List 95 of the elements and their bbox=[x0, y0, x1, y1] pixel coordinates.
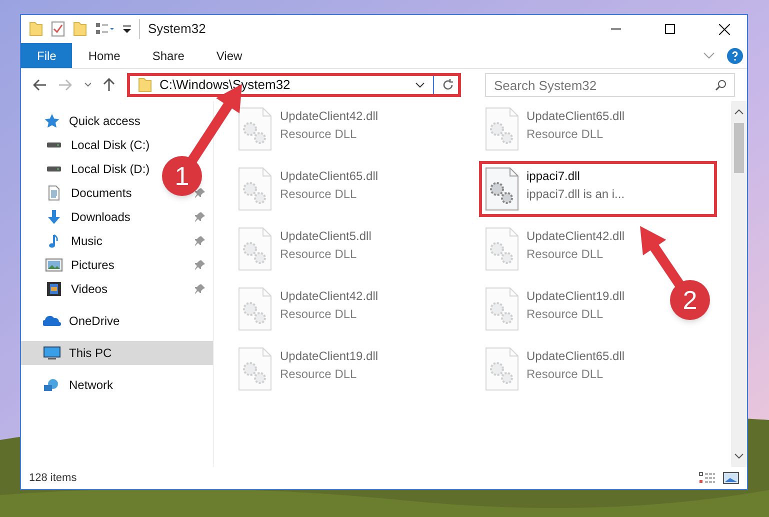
file-name: UpdateClient65.dll bbox=[526, 108, 625, 125]
dll-file-icon bbox=[484, 287, 518, 331]
file-description: Resource DLL bbox=[526, 126, 604, 143]
maximize-icon bbox=[665, 24, 675, 34]
dll-file-icon bbox=[238, 167, 272, 211]
file-name: UpdateClient19.dll bbox=[280, 348, 378, 365]
sidebar-item[interactable]: Local Disk (C:) bbox=[45, 133, 150, 157]
file-item[interactable]: UpdateClient42.dll Resource DLL bbox=[484, 227, 625, 271]
drive-icon bbox=[47, 142, 61, 148]
monitor-icon bbox=[43, 345, 61, 361]
ribbon-tab[interactable]: Home bbox=[72, 43, 136, 68]
download-arrow-icon bbox=[45, 209, 63, 225]
dll-file-icon bbox=[484, 227, 518, 271]
sidebar-item[interactable]: OneDrive bbox=[21, 309, 213, 333]
scroll-up-icon[interactable] bbox=[734, 109, 744, 115]
file-description: Resource DLL bbox=[526, 246, 604, 263]
file-item[interactable]: UpdateClient42.dll Resource DLL bbox=[238, 107, 378, 151]
file-item[interactable]: UpdateClient5.dll Resource DLL bbox=[238, 227, 372, 271]
file-name: UpdateClient42.dll bbox=[280, 108, 378, 125]
dll-file-icon bbox=[484, 107, 518, 151]
file-name: UpdateClient5.dll bbox=[280, 228, 372, 245]
dll-file-icon bbox=[238, 107, 272, 151]
pin-icon[interactable] bbox=[195, 212, 205, 222]
item-count: 128 items bbox=[29, 470, 78, 486]
large-icons-view-icon[interactable] bbox=[723, 472, 739, 484]
file-name: UpdateClient42.dll bbox=[526, 228, 625, 245]
scroll-thumb[interactable] bbox=[734, 123, 744, 173]
file-item[interactable]: UpdateClient42.dll Resource DLL bbox=[238, 287, 378, 331]
file-name: UpdateClient65.dll bbox=[526, 348, 625, 365]
search-icon[interactable] bbox=[715, 79, 727, 91]
folder-icon bbox=[29, 22, 43, 36]
file-item[interactable]: ippaci7.dll ippaci7.dll is an i... bbox=[484, 167, 710, 211]
file-item[interactable]: UpdateClient65.dll Resource DLL bbox=[484, 347, 625, 391]
file-name: UpdateClient19.dll bbox=[526, 288, 625, 305]
sidebar-item[interactable]: Videos bbox=[45, 277, 108, 301]
sidebar-item[interactable]: Network bbox=[21, 373, 213, 397]
dll-file-icon bbox=[484, 347, 518, 391]
pin-icon[interactable] bbox=[195, 188, 205, 198]
recent-dropdown-icon[interactable] bbox=[84, 82, 92, 88]
file-item[interactable]: UpdateClient19.dll Resource DLL bbox=[238, 347, 378, 391]
file-name: UpdateClient42.dll bbox=[280, 288, 378, 305]
properties-icon[interactable] bbox=[51, 21, 65, 37]
film-icon bbox=[45, 281, 63, 297]
address-bar[interactable]: C:\Windows\System32 bbox=[126, 73, 461, 97]
sidebar-item[interactable]: Pictures bbox=[45, 253, 114, 277]
file-description: Resource DLL bbox=[280, 126, 358, 143]
pin-icon[interactable] bbox=[195, 236, 205, 246]
file-item[interactable]: UpdateClient65.dll Resource DLL bbox=[238, 167, 378, 211]
sidebar-item[interactable]: Quick access bbox=[21, 109, 213, 133]
picture-icon bbox=[45, 257, 63, 273]
up-arrow-icon[interactable] bbox=[103, 78, 115, 92]
details-view-icon[interactable] bbox=[699, 472, 715, 484]
file-name: ippaci7.dll bbox=[526, 168, 581, 185]
back-arrow-icon[interactable] bbox=[33, 79, 46, 91]
ribbon-tab[interactable]: View bbox=[200, 43, 258, 68]
drive-icon bbox=[47, 166, 61, 172]
address-path: C:\Windows\System32 bbox=[160, 76, 292, 94]
file-name: UpdateClient65.dll bbox=[280, 168, 378, 185]
dropdown-icon[interactable] bbox=[123, 24, 131, 34]
file-description: Resource DLL bbox=[280, 366, 358, 383]
sidebar-item[interactable]: Documents bbox=[45, 181, 132, 205]
chevron-down-icon[interactable] bbox=[415, 82, 425, 88]
file-description: Resource DLL bbox=[526, 366, 604, 383]
pin-icon[interactable] bbox=[195, 284, 205, 294]
dll-file-icon bbox=[484, 167, 518, 211]
cloud-icon bbox=[43, 313, 61, 329]
window-title: System32 bbox=[139, 19, 206, 39]
dll-file-icon bbox=[238, 227, 272, 271]
sidebar-item[interactable]: Music bbox=[45, 229, 102, 253]
file-description: Resource DLL bbox=[280, 186, 358, 203]
ribbon-tab[interactable]: Share bbox=[136, 43, 200, 68]
folder-icon bbox=[138, 78, 152, 92]
scrollbar[interactable] bbox=[731, 101, 747, 467]
sidebar-item[interactable]: Downloads bbox=[45, 205, 130, 229]
sidebar-item[interactable]: This PC bbox=[21, 341, 213, 365]
new-folder-icon bbox=[73, 22, 87, 36]
pin-icon[interactable] bbox=[195, 260, 205, 270]
file-description: ippaci7.dll is an i... bbox=[526, 186, 625, 203]
search-field[interactable]: Search System32 bbox=[485, 73, 735, 97]
minimize-icon bbox=[611, 28, 621, 30]
close-icon bbox=[718, 24, 730, 34]
file-item[interactable]: UpdateClient65.dll Resource DLL bbox=[484, 107, 625, 151]
help-icon[interactable] bbox=[727, 48, 743, 64]
star-icon bbox=[43, 113, 61, 129]
sidebar-item[interactable]: Local Disk (D:) bbox=[45, 157, 150, 181]
network-icon bbox=[43, 377, 61, 393]
file-description: Resource DLL bbox=[280, 306, 358, 323]
dll-file-icon bbox=[238, 287, 272, 331]
file-description: Resource DLL bbox=[280, 246, 358, 263]
file-description: Resource DLL bbox=[526, 306, 604, 323]
scroll-down-icon[interactable] bbox=[734, 453, 744, 459]
refresh-icon[interactable] bbox=[442, 79, 454, 91]
dll-file-icon bbox=[238, 347, 272, 391]
view-options-icon[interactable] bbox=[95, 22, 115, 36]
file-item[interactable]: UpdateClient19.dll Resource DLL bbox=[484, 287, 625, 331]
